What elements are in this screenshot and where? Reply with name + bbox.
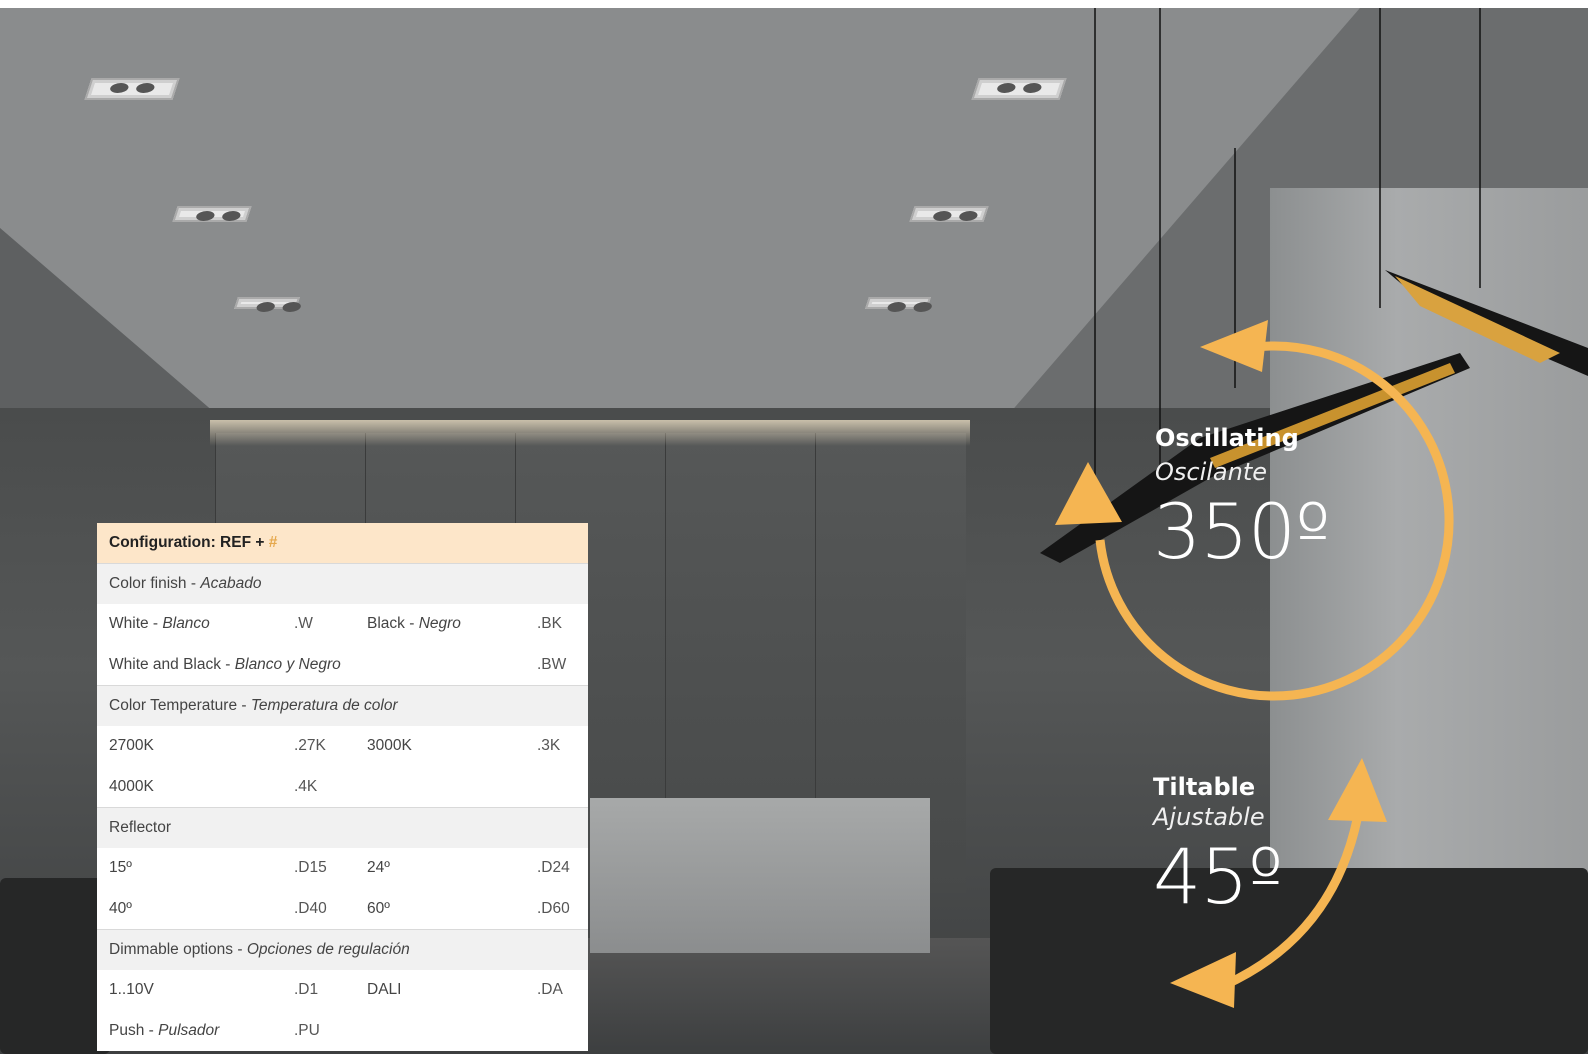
tiltable-value: 45º xyxy=(1153,832,1284,921)
option-code: .D60 xyxy=(537,899,570,917)
option-label: Push - Pulsador xyxy=(109,1021,220,1039)
oscillating-subtitle: Oscilante xyxy=(1155,458,1268,486)
section-reflector: Reflector xyxy=(97,807,588,848)
section-title: Color Temperature - xyxy=(109,697,251,714)
option-code: .D1 xyxy=(294,981,319,998)
option-label: White - Blanco xyxy=(109,615,210,632)
section-color-finish: Color finish - Acabado xyxy=(97,563,588,604)
option-code: .PU xyxy=(294,1021,320,1039)
tiltable-title: Tiltable xyxy=(1153,773,1256,801)
table-row: Push - Pulsador .PU xyxy=(97,1010,588,1051)
table-row: 4000K .4K xyxy=(97,766,588,807)
option-code: .W xyxy=(294,615,313,632)
section-title-es: Acabado xyxy=(200,575,262,592)
option-label: 40º xyxy=(109,899,132,917)
oscillating-title: Oscillating xyxy=(1155,424,1299,452)
tiltable-subtitle: Ajustable xyxy=(1153,803,1265,831)
option-label: Black - Negro xyxy=(367,615,461,632)
option-label: 4000K xyxy=(109,777,154,795)
section-title: Dimmable options - xyxy=(109,941,247,958)
option-label: White and Black - Blanco y Negro xyxy=(109,655,341,673)
option-label: 3000K xyxy=(367,737,412,754)
section-dimmable-options: Dimmable options - Opciones de regulació… xyxy=(97,929,588,970)
option-code: .BW xyxy=(537,655,567,673)
arrowhead-left xyxy=(1055,462,1122,525)
option-code: .27K xyxy=(294,737,326,754)
arrowhead-up xyxy=(1328,758,1387,822)
option-code: .3K xyxy=(537,737,561,754)
option-label: 1..10V xyxy=(109,981,154,998)
table-row: White - Blanco .W Black - Negro .BK xyxy=(97,604,588,645)
configuration-label: Configuration: REF + xyxy=(109,534,269,551)
configuration-table: Configuration: REF + # Color finish - Ac… xyxy=(97,523,588,1051)
option-label: 60º xyxy=(367,899,390,917)
section-title: Reflector xyxy=(109,819,172,836)
option-code: .D24 xyxy=(537,859,570,876)
option-code: .D40 xyxy=(294,899,327,917)
option-code: .D15 xyxy=(294,859,327,876)
option-code: .4K xyxy=(294,777,318,795)
option-label: 24º xyxy=(367,859,390,876)
table-row: 15º .D15 24º .D24 xyxy=(97,848,588,889)
oscillating-value: 350º xyxy=(1153,487,1331,576)
table-row: 1..10V .D1 DALI .DA xyxy=(97,970,588,1011)
section-color-temperature: Color Temperature - Temperatura de color xyxy=(97,685,588,726)
option-code: .DA xyxy=(537,981,563,998)
option-label: 15º xyxy=(109,859,132,876)
option-label: DALI xyxy=(367,981,402,998)
option-label: 2700K xyxy=(109,737,154,754)
option-code: .BK xyxy=(537,615,562,632)
configuration-hash: # xyxy=(268,534,278,551)
table-row: White and Black - Blanco y Negro .BW xyxy=(97,644,588,685)
section-title: Color finish - xyxy=(109,575,201,592)
section-title-es: Temperatura de color xyxy=(250,697,398,714)
arrowhead-down xyxy=(1170,952,1236,1008)
section-title-es: Opciones de regulación xyxy=(246,941,410,958)
table-row: 40º .D40 60º .D60 xyxy=(97,888,588,929)
arrowhead-top xyxy=(1200,320,1268,372)
table-row: 2700K .27K 3000K .3K xyxy=(97,726,588,767)
configuration-header: Configuration: REF + # xyxy=(97,523,588,563)
